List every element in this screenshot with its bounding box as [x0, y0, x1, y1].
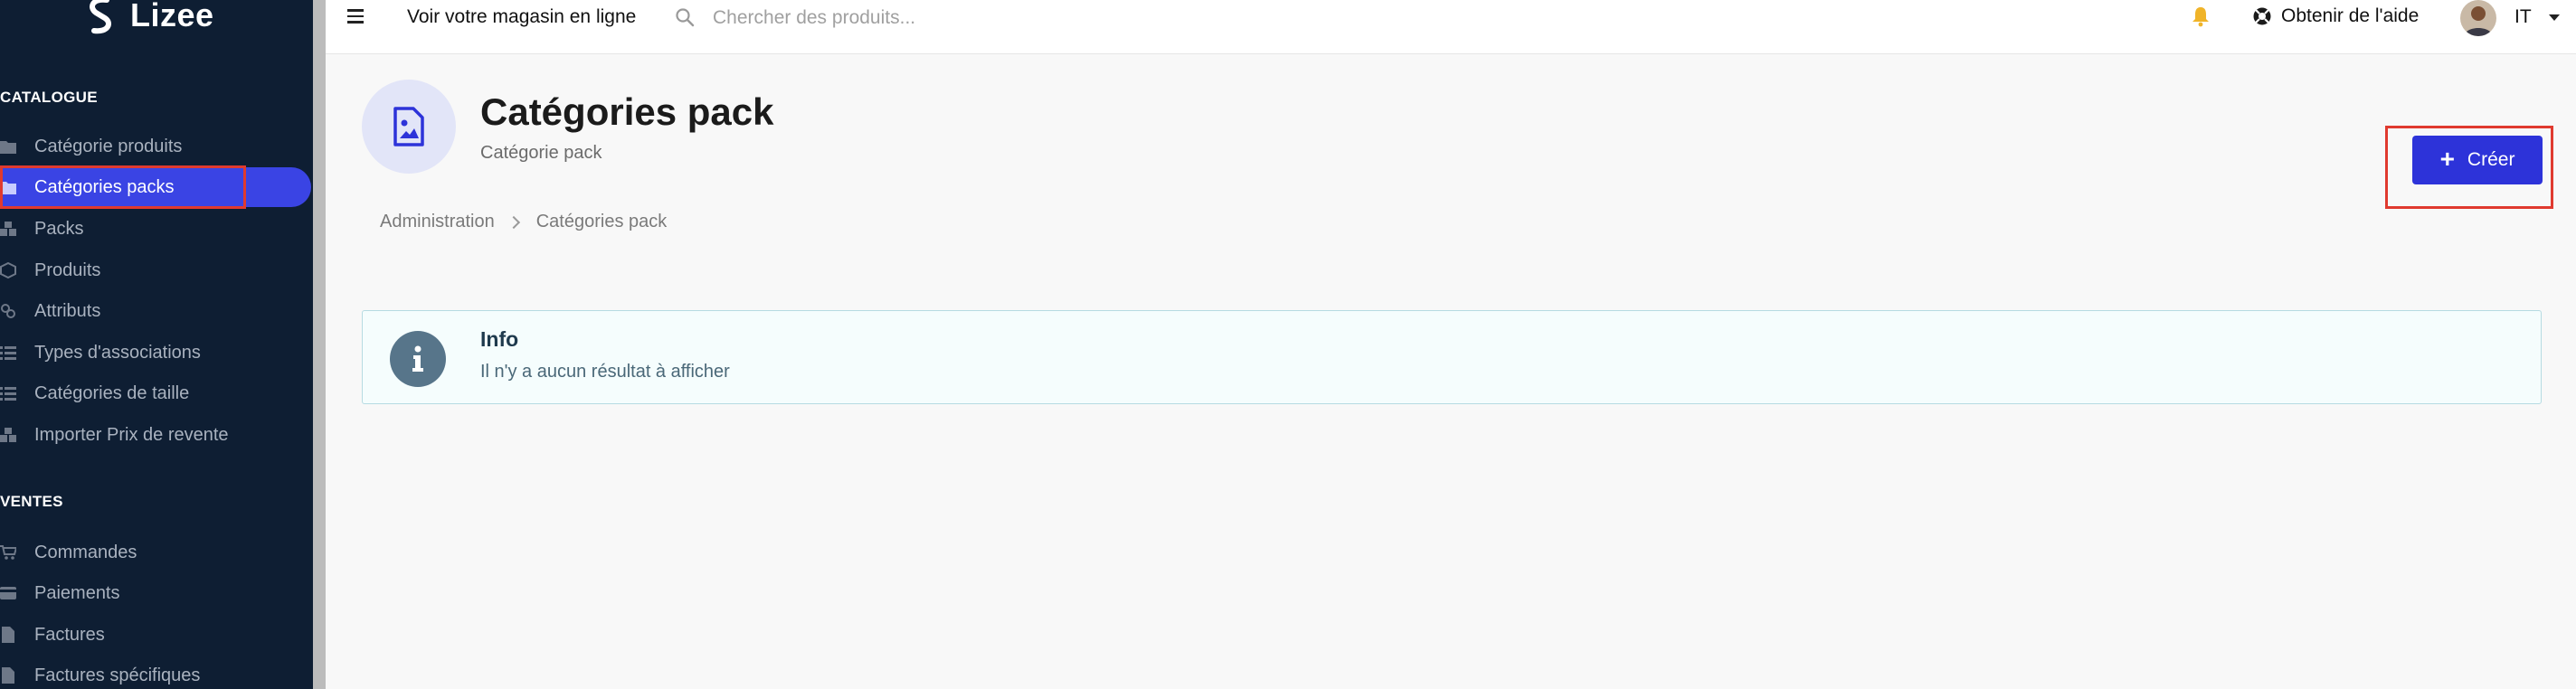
sidebar-item-commandes[interactable]: Commandes [0, 533, 313, 572]
sidebar-item-label: Catégories de taille [34, 382, 190, 403]
life-ring-icon [2253, 7, 2271, 25]
sidebar-item-label: Produits [34, 260, 101, 280]
sidebar-item-factures-specifiques[interactable]: Factures spécifiques [0, 656, 313, 689]
folder-icon [0, 138, 16, 155]
create-button-label: Créer [2467, 149, 2515, 170]
credit-card-icon [0, 585, 16, 601]
avatar[interactable] [2460, 0, 2496, 36]
help-link[interactable]: Obtenir de l'aide [2252, 5, 2419, 27]
list-icon [0, 385, 16, 401]
chevron-down-icon[interactable] [2549, 14, 2560, 21]
search-icon [676, 8, 695, 27]
user-label[interactable]: IT [2514, 6, 2532, 28]
highlight-outline [0, 165, 246, 209]
info-message: Info Il n'y a aucun résultat à afficher [362, 310, 2542, 404]
page-header-icon [362, 80, 456, 174]
search-input[interactable] [713, 2, 1093, 34]
topbar: Voir votre magasin en ligne Obtenir de l… [326, 0, 2576, 54]
list-icon [0, 344, 16, 361]
sidebar-item-label: Importer Prix de revente [34, 424, 229, 445]
cart-icon [0, 544, 16, 561]
sidebar-item-paiements[interactable]: Paiements [0, 573, 313, 613]
info-text: Il n'y a aucun résultat à afficher [480, 362, 730, 382]
sidebar-item-attributs[interactable]: Attributs [0, 291, 313, 331]
file-image-icon [393, 107, 424, 146]
brand-name: Lizee [130, 0, 214, 33]
sidebar-item-label: Factures spécifiques [34, 665, 201, 685]
sidebar-scrollbar[interactable] [313, 0, 326, 689]
help-label: Obtenir de l'aide [2281, 5, 2420, 26]
sidebar-item-label: Paiements [34, 582, 120, 603]
info-icon [390, 331, 446, 387]
chevron-right-icon [507, 215, 520, 229]
page-title: Catégories pack [480, 90, 774, 133]
sidebar-item-packs[interactable]: Packs [0, 209, 313, 249]
plus-icon: + [2439, 144, 2455, 173]
breadcrumb-item-administration[interactable]: Administration [380, 212, 495, 232]
brand-logo[interactable]: Lizee [80, 0, 214, 36]
sidebar-item-label: Types d'associations [34, 342, 201, 363]
lizee-logo-icon [90, 0, 111, 34]
sidebar-item-label: Attributs [34, 300, 101, 321]
sidebar: Lizee CATALOGUE Catégorie produits Catég… [0, 0, 313, 689]
sidebar-item-factures[interactable]: Factures [0, 615, 313, 655]
cubes-icon [0, 303, 16, 319]
create-button[interactable]: + Créer [2412, 136, 2543, 184]
sidebar-item-categorie-produits[interactable]: Catégorie produits [0, 127, 313, 166]
sidebar-item-label: Commandes [34, 542, 137, 562]
breadcrumb-item-current: Catégories pack [535, 212, 668, 231]
info-title: Info [480, 327, 519, 351]
sidebar-item-label: Catégorie produits [34, 136, 183, 156]
sidebar-item-categories-taille[interactable]: Catégories de taille [0, 373, 313, 413]
sidebar-item-importer-prix[interactable]: Importer Prix de revente [0, 415, 313, 455]
boxes-icon [0, 221, 16, 237]
file-icon [0, 667, 16, 684]
breadcrumb: Administration Catégories pack [380, 212, 667, 232]
section-title-catalogue: CATALOGUE [0, 89, 98, 106]
sidebar-item-produits[interactable]: Produits [0, 250, 313, 290]
file-icon [0, 627, 16, 643]
boxes-icon [0, 427, 16, 443]
menu-toggle-icon[interactable] [347, 9, 365, 27]
page-subtitle: Catégorie pack [480, 143, 602, 163]
bell-icon[interactable] [2191, 5, 2211, 27]
sidebar-item-label: Packs [34, 218, 84, 239]
sidebar-item-label: Factures [34, 624, 105, 645]
section-title-ventes: VENTES [0, 493, 63, 510]
sidebar-item-types-associations[interactable]: Types d'associations [0, 333, 313, 373]
shop-link[interactable]: Voir votre magasin en ligne [407, 6, 636, 28]
cube-icon [0, 262, 16, 278]
